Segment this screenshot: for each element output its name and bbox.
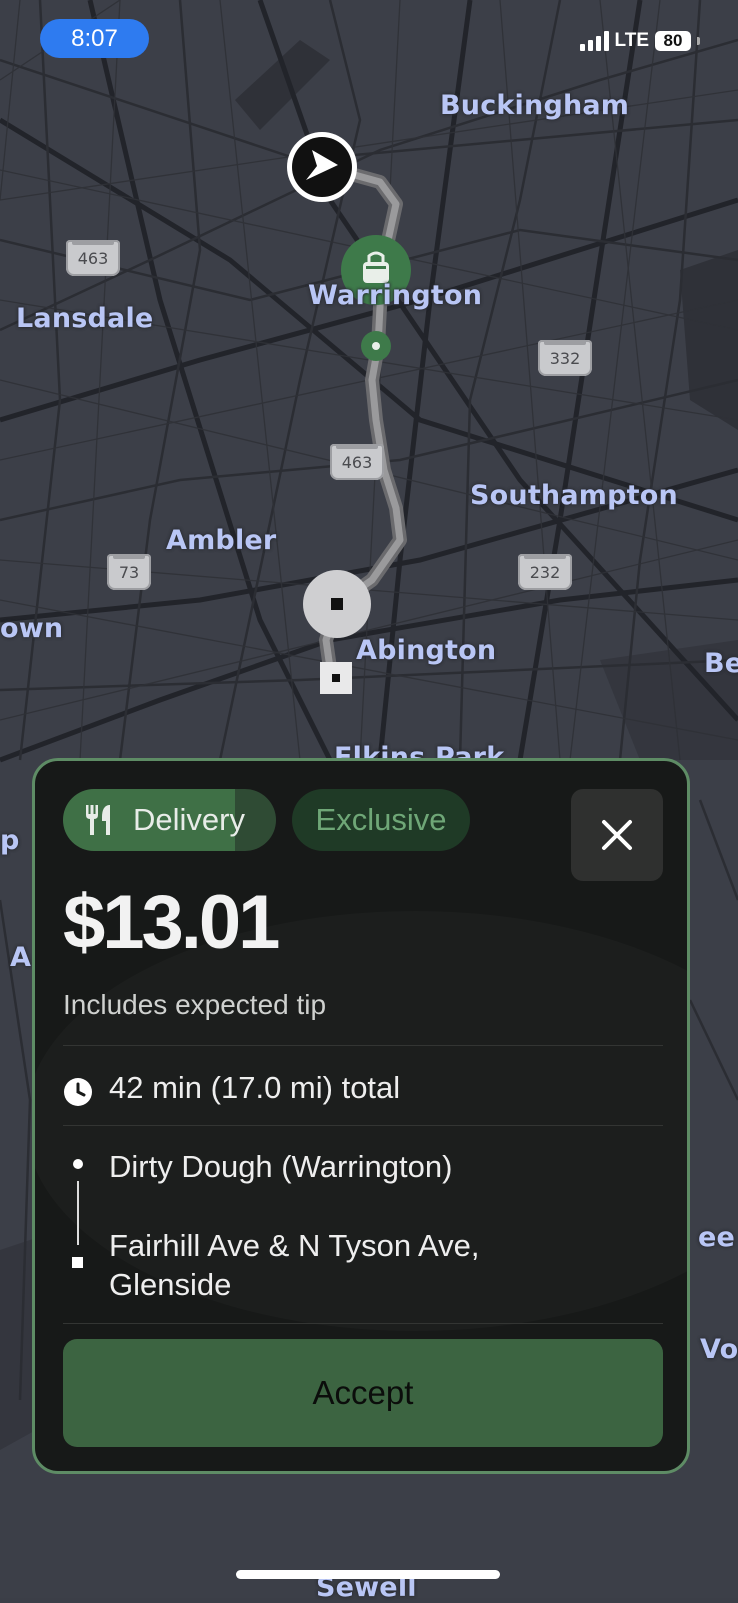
divider xyxy=(63,1323,663,1324)
trip-duration: 42 min (17.0 mi) total xyxy=(109,1070,401,1105)
map-label-abington: Abington xyxy=(356,635,497,666)
route-shield-463: 463 xyxy=(330,444,384,480)
dropoff-square-icon xyxy=(72,1257,83,1268)
clock-icon xyxy=(64,1078,92,1106)
status-indicators: LTE 80 xyxy=(579,30,700,52)
battery-tip xyxy=(697,37,700,45)
status-time: 8:07 xyxy=(40,19,149,58)
divider xyxy=(63,1125,663,1126)
map-label-ambler: Ambler xyxy=(166,525,277,556)
map-label-a-partial: A xyxy=(10,942,32,973)
map-label-town-partial: own xyxy=(0,613,64,644)
close-icon xyxy=(602,820,632,850)
home-indicator[interactable] xyxy=(236,1570,500,1579)
dropoff-location-line1: Fairhill Ave & N Tyson Ave, xyxy=(109,1228,480,1263)
map-label-lansdale: Lansdale xyxy=(16,303,154,334)
route-shield-463: 463 xyxy=(66,240,120,276)
accept-button[interactable]: Accept xyxy=(63,1339,663,1447)
tip-note: Includes expected tip xyxy=(63,989,327,1020)
pickup-location: Dirty Dough (Warrington) xyxy=(109,1149,453,1184)
route-connector xyxy=(77,1181,79,1245)
battery-icon: 80 xyxy=(655,31,691,51)
map-label-warrington: Warrington xyxy=(308,280,483,311)
navigation-arrow-icon xyxy=(287,132,357,202)
map-label-buckingham: Buckingham xyxy=(440,90,630,121)
signal-strength-icon xyxy=(579,31,609,51)
map-label-vo-partial: Vo xyxy=(700,1334,738,1365)
fork-knife-icon xyxy=(86,805,110,835)
delivery-tag-label: Delivery xyxy=(133,802,245,837)
map-label-southampton: Southampton xyxy=(470,480,678,511)
route-shield-232: 232 xyxy=(518,554,572,590)
dropoff-location-line2: Glenside xyxy=(109,1267,232,1302)
route-shield-73: 73 xyxy=(107,554,151,590)
offer-card: Delivery Exclusive $13.01 Includes expec… xyxy=(32,758,690,1474)
close-button[interactable] xyxy=(571,789,663,881)
exclusive-tag: Exclusive xyxy=(292,789,470,851)
map-label-ee-partial: ee xyxy=(698,1222,736,1253)
delivery-tag: Delivery xyxy=(63,789,276,851)
pickup-dot-icon xyxy=(73,1159,83,1169)
map-label-p-partial: p xyxy=(0,825,20,856)
route-shield-332: 332 xyxy=(538,340,592,376)
offer-price: $13.01 xyxy=(63,880,280,965)
divider xyxy=(63,1045,663,1046)
network-type: LTE xyxy=(614,30,649,51)
map-label-be-partial: Be xyxy=(704,648,738,679)
